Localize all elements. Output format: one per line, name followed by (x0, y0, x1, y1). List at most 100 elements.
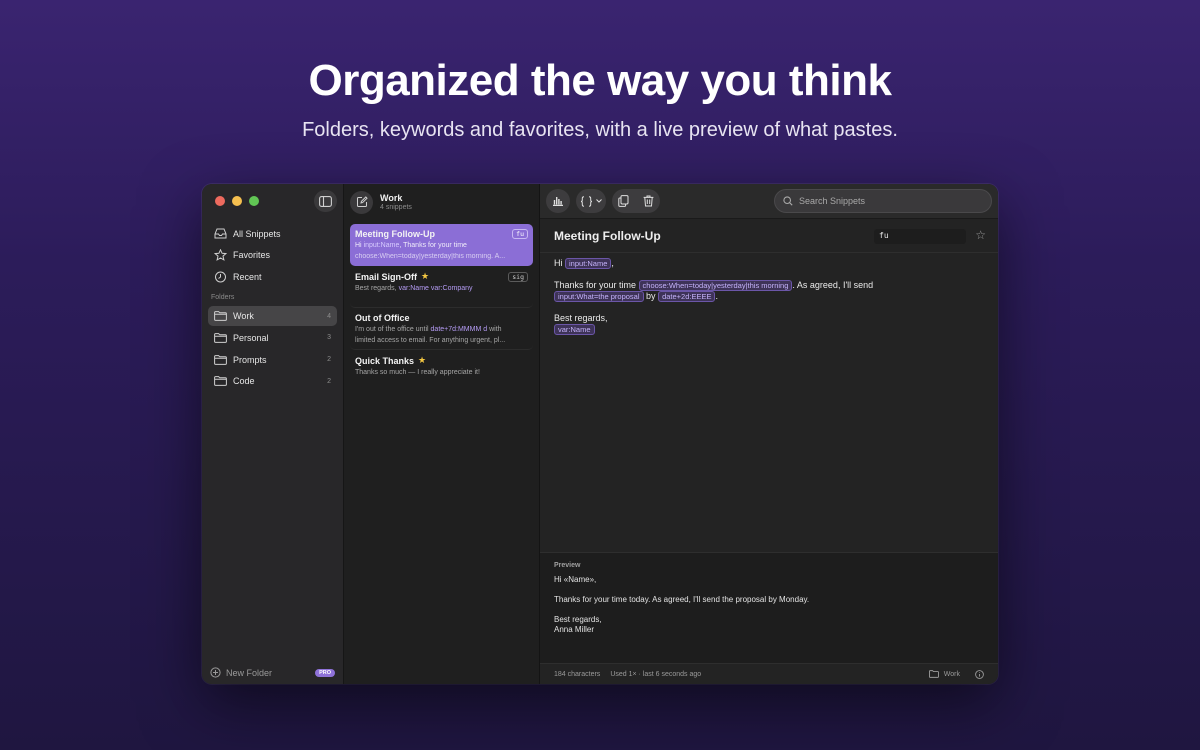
search-icon (783, 196, 793, 206)
keyword-badge: sig (508, 271, 528, 282)
star-icon (214, 249, 227, 261)
folder-count: 2 (327, 356, 331, 364)
snippet-item-out-of-office[interactable]: Out of Office I'm out of the office unti… (350, 308, 533, 350)
folder-icon (214, 354, 227, 365)
folder-label: Code (233, 376, 255, 387)
snippet-item-quick-thanks[interactable]: Quick Thanks ★ Thanks so much — I really… (350, 350, 533, 392)
new-folder-label: New Folder (226, 667, 273, 678)
hero-subtitle: Folders, keywords and favorites, with a … (302, 119, 898, 141)
sidebar-item-favorites[interactable]: Favorites (208, 245, 337, 266)
folder-label: Work (233, 311, 254, 321)
snippet-list-pane: Work 4 snippets Meeting Follow-Up fu Hi … (344, 184, 540, 684)
folder-icon (214, 376, 227, 387)
editor-header: Meeting Follow-Up fu ☆ (540, 219, 998, 253)
snippet-preview-line: I'm out of the office until date+7d:MMMM… (355, 326, 502, 333)
preview-label: Preview (554, 562, 581, 569)
chevron-down-icon (596, 199, 602, 203)
snippet-item-email-sign-off[interactable]: Email Sign-Off ★ sig Best regards, var:N… (350, 266, 533, 308)
window-controls (215, 196, 259, 206)
folder-icon (928, 670, 939, 678)
folder-item-prompts[interactable]: Prompts 2 (208, 350, 337, 370)
placeholder-chip[interactable]: var:Name (554, 324, 595, 335)
snippet-title: Email Sign-Off (355, 271, 418, 282)
folders-section-label: Folders (211, 294, 235, 301)
placeholder-chip[interactable]: input:What=the proposal (554, 291, 644, 302)
preview-panel: Preview Hi «Name», Thanks for your time … (540, 552, 998, 663)
sidebar-item-all-snippets[interactable]: All Snippets (208, 223, 337, 244)
hero-title: Organized the way you think (308, 56, 892, 105)
sidebar-icon (319, 195, 332, 207)
braces-icon (580, 195, 593, 207)
folder-item-work[interactable]: Work 4 (208, 306, 337, 326)
stats-button[interactable] (546, 189, 570, 213)
pro-badge: PRO (315, 668, 335, 677)
keyword-badge: fu (512, 229, 528, 239)
sidebar-toggle-button[interactable] (314, 190, 337, 212)
list-title: Work (380, 192, 403, 203)
keyword-field[interactable]: fu (874, 229, 966, 244)
insert-placeholder-button[interactable] (576, 189, 606, 213)
search-placeholder: Search Snippets (799, 196, 866, 206)
trash-icon[interactable] (643, 195, 654, 207)
toolbar: Search Snippets (540, 184, 998, 219)
preview-text: Hi «Name», Thanks for your time today. A… (554, 575, 810, 634)
folder-list: Work 4 Personal 3 Prompts 2 Code 2 (208, 306, 337, 393)
snippet-list: Meeting Follow-Up fu Hi input:Name, Than… (350, 224, 533, 392)
list-header: Work 4 snippets (350, 189, 533, 215)
app-window: All Snippets Favorites Recent Folders Wo… (202, 184, 998, 684)
snippet-preview-line: Best regards, var:Name var:Company (355, 285, 473, 292)
snippet-title: Out of Office (355, 313, 410, 323)
body-line: Thanks for your time choose:When=today|y… (554, 280, 874, 302)
tray-icon (214, 228, 227, 239)
search-field[interactable]: Search Snippets (774, 189, 992, 213)
compose-icon (356, 196, 368, 207)
minimize-window-button[interactable] (232, 196, 242, 206)
sidebar-item-label: Recent (233, 271, 262, 282)
snippet-body-editor[interactable]: Hi input:Name, Thanks for your time choo… (554, 258, 984, 346)
folder-item-personal[interactable]: Personal 3 (208, 328, 337, 348)
placeholder-chip[interactable]: choose:When=today|yesterday|this morning (638, 280, 793, 291)
close-window-button[interactable] (215, 196, 225, 206)
snippet-title: Quick Thanks (355, 355, 415, 366)
snippet-item-meeting-follow-up[interactable]: Meeting Follow-Up fu Hi input:Name, Than… (350, 224, 533, 266)
new-snippet-button[interactable] (350, 190, 373, 214)
snippet-preview-line: Thanks so much — I really appreciate it! (355, 369, 480, 376)
snippet-preview-line: Hi input:Name, Thanks for your time (355, 242, 467, 249)
snippet-title: Meeting Follow-Up (355, 229, 435, 239)
sidebar-item-label: Favorites (233, 250, 271, 260)
copy-icon[interactable] (618, 195, 629, 207)
snippet-editor: Search Snippets Meeting Follow-Up fu ☆ H… (540, 184, 998, 684)
favorite-star-icon: ★ (421, 271, 430, 281)
sidebar-item-recent[interactable]: Recent (208, 266, 337, 287)
folder-count: 2 (327, 377, 331, 385)
character-count: 184 characters (554, 670, 601, 678)
new-folder-button[interactable]: New Folder PRO (210, 667, 335, 678)
status-bar: 184 characters Used 1× · last 6 seconds … (540, 663, 998, 684)
folder-icon (214, 332, 227, 343)
folder-count: 4 (327, 312, 331, 320)
usage-info: Used 1× · last 6 seconds ago (610, 670, 702, 678)
snippet-title-field[interactable]: Meeting Follow-Up (554, 229, 661, 243)
zoom-window-button[interactable] (249, 196, 259, 206)
folder-label: Personal (233, 332, 269, 343)
favorite-toggle-icon[interactable]: ☆ (975, 228, 986, 242)
folder-item-code[interactable]: Code 2 (208, 371, 337, 391)
snippet-preview-line: choose:When=today|yesterday|this morning… (355, 252, 506, 260)
body-line: Best regards, var:Name (554, 313, 608, 335)
favorite-star-icon: ★ (418, 355, 427, 365)
plus-circle-icon (210, 667, 221, 678)
list-subtitle: 4 snippets (380, 203, 412, 211)
folder-count: 3 (327, 334, 331, 342)
info-icon[interactable] (975, 669, 984, 679)
sidebar-item-label: All Snippets (233, 228, 281, 239)
status-folder[interactable]: Work (944, 671, 960, 678)
clock-icon (215, 271, 226, 282)
sidebar-nav: All Snippets Favorites Recent (208, 223, 337, 288)
body-line: Hi input:Name, (554, 258, 614, 269)
folder-icon (214, 311, 227, 321)
placeholder-chip[interactable]: date+2d:EEEE (658, 291, 716, 302)
placeholder-chip[interactable]: input:Name (565, 258, 612, 269)
folder-label: Prompts (233, 354, 267, 365)
sidebar: All Snippets Favorites Recent Folders Wo… (202, 184, 344, 684)
chart-bars-icon (553, 197, 563, 206)
